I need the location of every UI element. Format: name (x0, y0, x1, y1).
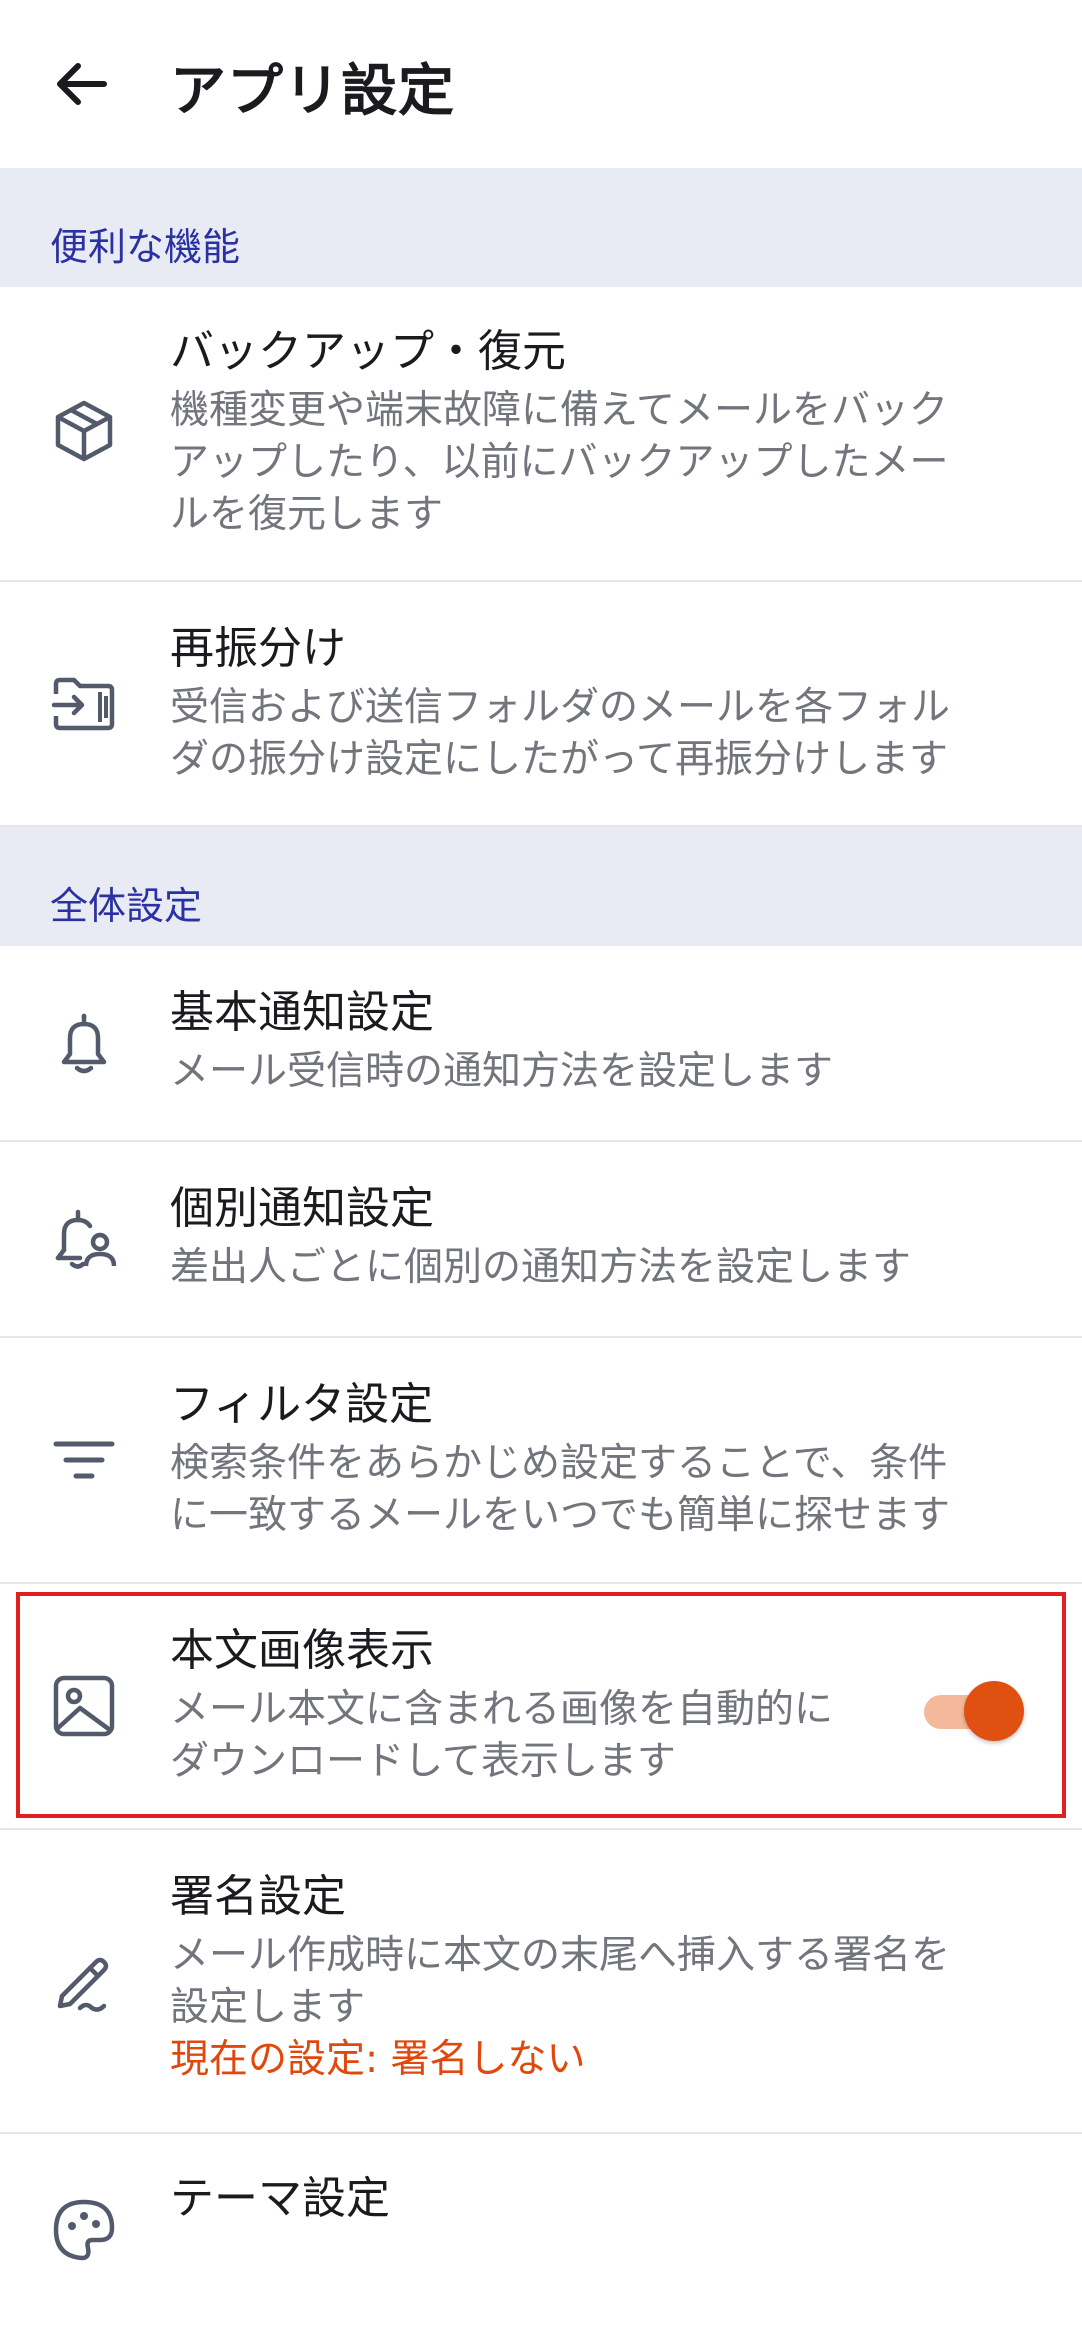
section-header-general: 全体設定 (0, 827, 1082, 946)
highlight-frame (16, 1592, 1066, 1818)
setting-current-status: 現在の設定: 署名しない (170, 2037, 586, 2082)
setting-title: 個別通知設定 (170, 1183, 434, 1234)
setting-title: バックアップ・復元 (170, 326, 566, 377)
setting-description: 機種変更や端末故障に備えてメールをバック アップしたり、以前にバックアップしたメ… (170, 388, 949, 537)
arrow-left-icon (57, 63, 107, 105)
toggle-thumb (964, 1681, 1024, 1741)
page-title: アプリ設定 (170, 59, 455, 124)
setting-title: 基本通知設定 (170, 987, 434, 1038)
setting-item-basic-notify[interactable]: 基本通知設定 メール受信時の通知方法を設定します (0, 946, 1082, 1142)
bell-icon (50, 1010, 118, 1078)
palette-icon (50, 2196, 118, 2264)
setting-description: メール受信時の通知方法を設定します (170, 1049, 834, 1094)
image-display-toggle[interactable] (914, 1679, 1024, 1743)
setting-title: 再振分け (170, 623, 346, 674)
filter-icon (50, 1426, 118, 1494)
setting-item-filter[interactable]: フィルタ設定 検索条件をあらかじめ設定することで、条件 に一致するメールをいつで… (0, 1338, 1082, 1584)
setting-title: テーマ設定 (170, 2173, 390, 2224)
setting-description: 受信および送信フォルダのメールを各フォル ダの振分け設定にしたがって再振分けしま… (170, 685, 951, 782)
bell-person-icon (50, 1206, 118, 1274)
setting-description: 差出人ごとに個別の通知方法を設定します (170, 1245, 912, 1290)
back-button[interactable] (50, 52, 114, 116)
setting-title: フィルタ設定 (170, 1379, 434, 1430)
folder-move-icon (50, 670, 118, 738)
setting-item-backup[interactable]: バックアップ・復元 機種変更や端末故障に備えてメールをバック アップしたり、以前… (0, 287, 1082, 582)
setting-item-theme[interactable]: テーマ設定 (0, 2134, 1082, 2334)
setting-item-signature[interactable]: 署名設定 メール作成時に本文の末尾へ挿入する署名を 設定します 現在の設定: 署… (0, 1830, 1082, 2134)
pen-icon (50, 1948, 118, 2016)
box-icon (50, 397, 118, 465)
setting-item-individual-notify[interactable]: 個別通知設定 差出人ごとに個別の通知方法を設定します (0, 1142, 1082, 1338)
setting-description: メール作成時に本文の末尾へ挿入する署名を 設定します (170, 1933, 951, 2030)
setting-item-resort[interactable]: 再振分け 受信および送信フォルダのメールを各フォル ダの振分け設定にしたがって再… (0, 582, 1082, 827)
setting-description: 検索条件をあらかじめ設定することで、条件 に一致するメールをいつでも簡単に探せま… (170, 1441, 951, 1538)
section-label-general: 全体設定 (50, 884, 203, 928)
app-bar: アプリ設定 (0, 0, 1082, 168)
section-label-useful: 便利な機能 (50, 225, 241, 269)
section-header-useful: 便利な機能 (0, 168, 1082, 287)
setting-title: 署名設定 (170, 1871, 346, 1922)
